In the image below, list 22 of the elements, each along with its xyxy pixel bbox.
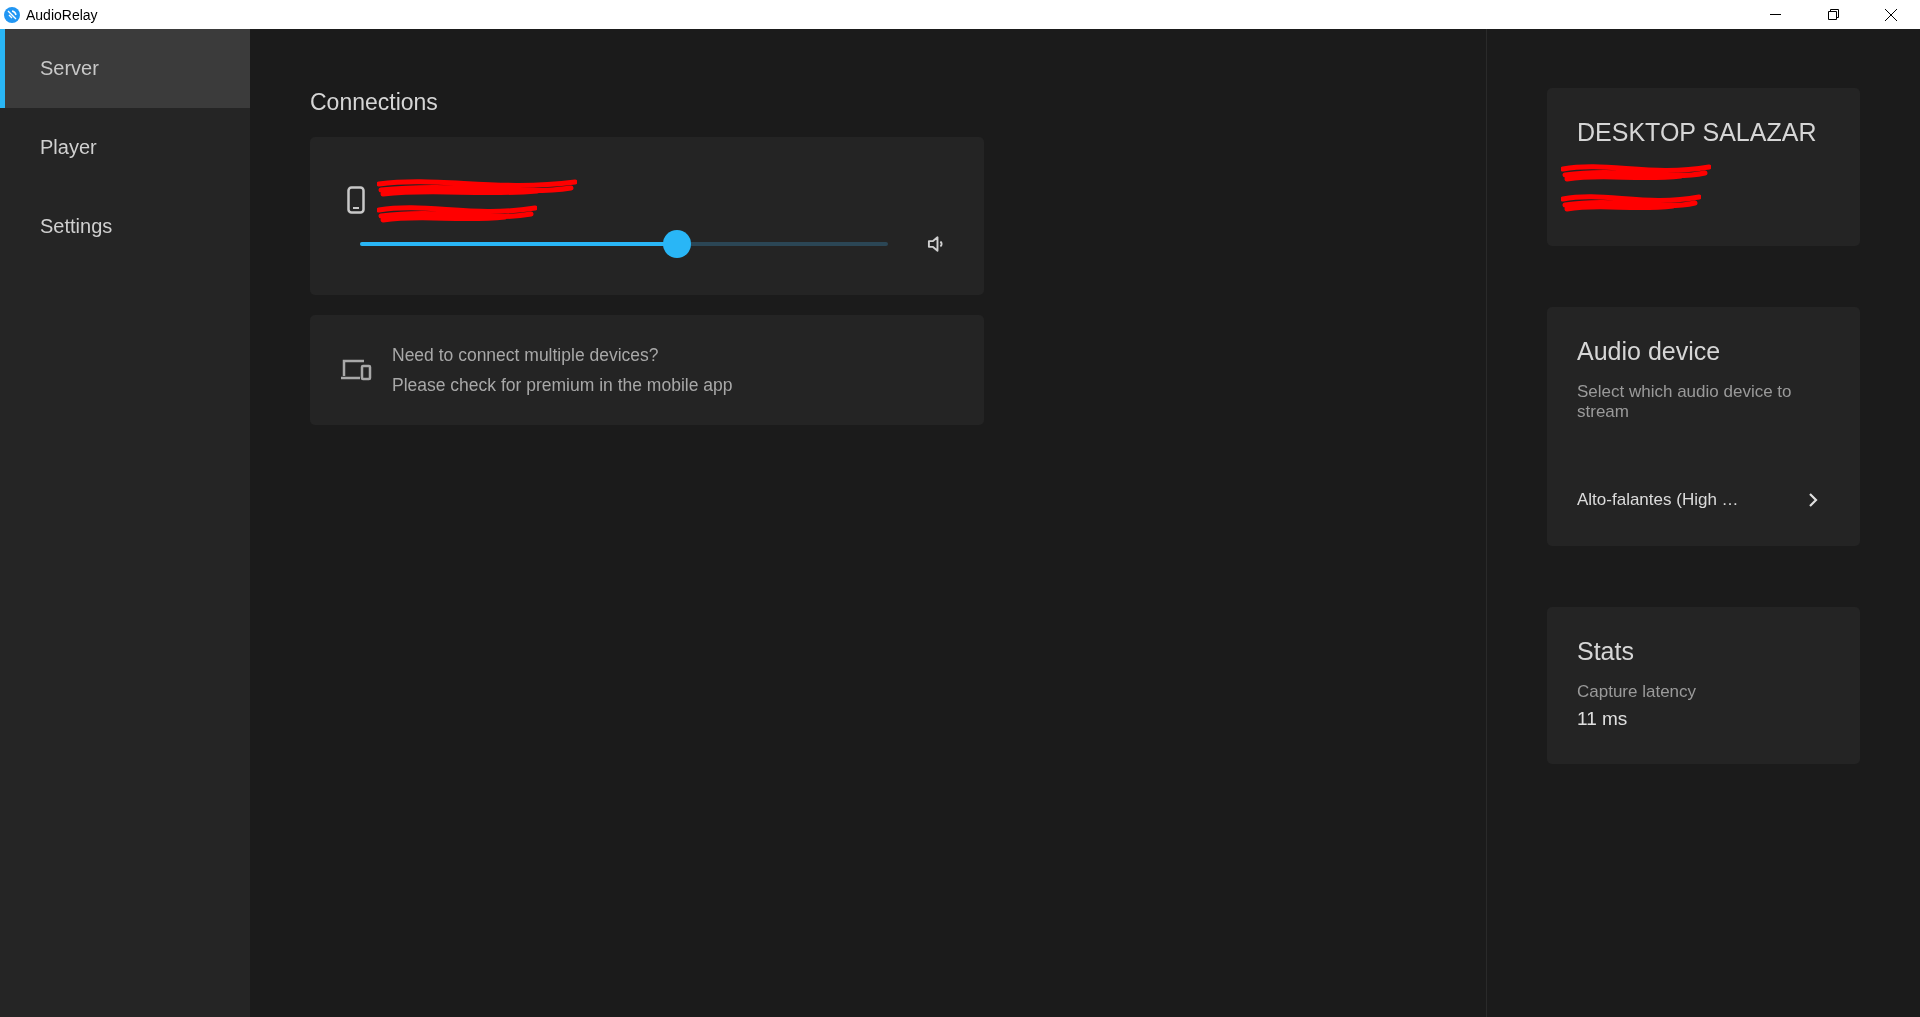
section-title: Connections [310,89,439,116]
restore-icon[interactable] [1827,9,1839,20]
speaker-icon[interactable] [926,235,944,253]
slider-thumb[interactable] [662,230,691,258]
sidebar-item[interactable]: Server [0,29,250,108]
stat-value: 11 ms [1577,708,1629,730]
server-name: DESKTOP SALAZAR [1577,118,1818,147]
card-description: Select which audio device to stream [1577,382,1793,422]
sidebar-item[interactable]: Settings [0,187,250,266]
notice-text: Please check for premium in the mobile app [392,374,733,396]
app-logo-icon [4,6,20,23]
audio-device-selector[interactable]: Alto-falantes (High … [1577,490,1830,510]
card-title: Audio device [1577,337,1722,366]
card-title: Stats [1577,637,1635,666]
devices-icon [340,358,372,382]
chevron-right-icon [1808,492,1818,508]
sidebar-item[interactable]: Player [0,108,250,187]
close-icon[interactable] [1885,8,1897,21]
stat-label: Capture latency [1577,682,1698,702]
window-title: AudioRelay [26,6,98,23]
notice-text: Need to connect multiple devices? [392,344,660,366]
phone-icon [347,186,365,214]
